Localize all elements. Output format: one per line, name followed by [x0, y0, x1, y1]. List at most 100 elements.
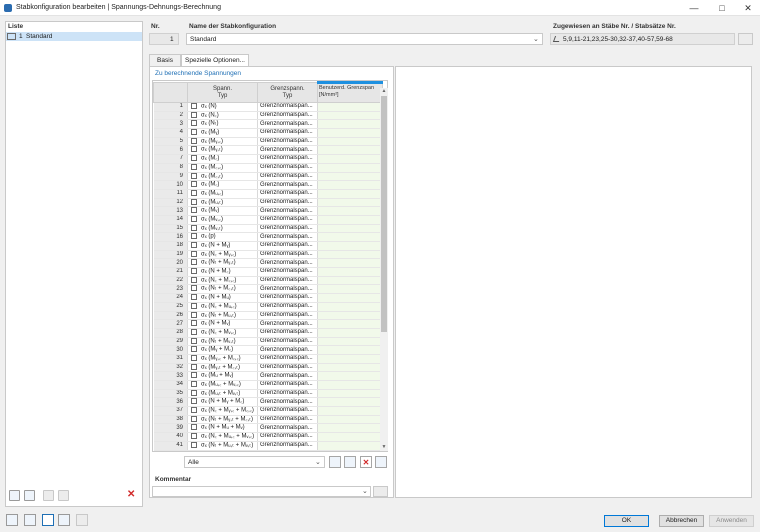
- stress-type-cell[interactable]: σₓ (Mᵧ,ₜ): [187, 145, 258, 156]
- user-limit-cell[interactable]: [317, 415, 383, 425]
- row-checkbox[interactable]: [191, 363, 197, 370]
- table-row[interactable]: 40 σₓ (N꜀ + Mᵤ,꜀ + Mᵥ,꜀) Grenznormalspan..…: [153, 432, 383, 442]
- row-checkbox[interactable]: [191, 441, 197, 448]
- chevron-down-icon[interactable]: ⌄: [362, 487, 368, 495]
- user-limit-cell[interactable]: [317, 232, 383, 242]
- search-icon[interactable]: [6, 514, 18, 526]
- limit-type-cell[interactable]: Grenznormalspan...: [257, 337, 318, 347]
- filter-select[interactable]: [184, 456, 325, 468]
- limit-type-cell[interactable]: Grenznormalspan...: [257, 432, 318, 442]
- table-row[interactable]: 39 σₓ (N + Mᵤ + Mᵥ) Grenznormalspan...: [153, 423, 383, 434]
- user-limit-cell[interactable]: [317, 328, 383, 338]
- select-members-button[interactable]: [738, 33, 753, 45]
- user-limit-cell[interactable]: [317, 119, 383, 130]
- table-row[interactable]: 28 σₓ (N꜀ + Mᵥ,꜀) Grenznormalspan...: [153, 328, 383, 338]
- row-checkbox[interactable]: [191, 259, 197, 266]
- stress-type-cell[interactable]: σₓ (Nₜ + Mᵧ,ₜ + M꜀,ₜ): [187, 415, 258, 425]
- stress-type-cell[interactable]: σₓ (N꜀ + Mᵤ,꜀ + Mᵥ,꜀): [187, 432, 258, 442]
- row-checkbox[interactable]: [191, 389, 197, 396]
- close-icon[interactable]: ✕: [734, 0, 760, 16]
- table-row[interactable]: 34 σₓ (Mᵤ,꜀ + Mᵥ,꜀) Grenznormalspan...: [153, 380, 383, 390]
- stress-type-cell[interactable]: σₓ (Nₜ): [187, 119, 258, 130]
- row-checkbox[interactable]: [191, 129, 197, 136]
- row-checkbox[interactable]: [191, 268, 197, 275]
- table-row[interactable]: 32 σₓ (Mᵧ,ₜ + M꜀,ₜ) Grenznormalspan...: [153, 363, 383, 373]
- table-row[interactable]: 12 σₓ (Mᵤ,ₜ) Grenznormalspan...: [153, 198, 383, 208]
- row-checkbox[interactable]: [191, 415, 197, 422]
- table-settings-icon[interactable]: [375, 456, 387, 468]
- row-checkbox[interactable]: [191, 120, 197, 127]
- table-row[interactable]: 16 σₓ (p) Grenznormalspan...: [153, 232, 383, 242]
- limit-type-cell[interactable]: Grenznormalspan...: [257, 119, 318, 130]
- stress-type-cell[interactable]: σₓ (N꜀ + Mᵧ,꜀): [187, 250, 258, 260]
- table-row[interactable]: 38 σₓ (Nₜ + Mᵧ,ₜ + M꜀,ₜ) Grenznormalspan..…: [153, 415, 383, 425]
- limit-type-cell[interactable]: Grenznormalspan...: [257, 406, 318, 416]
- limit-type-cell[interactable]: Grenznormalspan...: [257, 154, 318, 164]
- limit-type-cell[interactable]: Grenznormalspan...: [257, 172, 318, 182]
- user-limit-cell[interactable]: [317, 319, 383, 329]
- table-row[interactable]: 7 σₓ (M꜀) Grenznormalspan...: [153, 154, 383, 164]
- limit-type-cell[interactable]: Grenznormalspan...: [257, 215, 318, 225]
- new-item-icon[interactable]: [9, 490, 20, 501]
- stress-type-cell[interactable]: σₓ (N + Mᵥ): [187, 319, 258, 329]
- stress-type-cell[interactable]: σₓ (Mᵤ + Mᵥ): [187, 371, 258, 381]
- ok-button[interactable]: OK: [604, 515, 649, 527]
- limit-type-cell[interactable]: Grenznormalspan...: [257, 302, 318, 312]
- row-checkbox[interactable]: [191, 172, 197, 179]
- user-limit-cell[interactable]: [317, 145, 383, 156]
- user-limit-cell[interactable]: [317, 276, 383, 286]
- row-checkbox[interactable]: [191, 337, 197, 344]
- user-limit-cell[interactable]: [317, 241, 383, 251]
- table-row[interactable]: 24 σₓ (N + Mᵤ) Grenznormalspan...: [153, 293, 383, 303]
- stress-type-cell[interactable]: σₓ (p): [187, 232, 258, 242]
- row-checkbox[interactable]: [191, 354, 197, 361]
- stress-type-cell[interactable]: σₓ (N꜀): [187, 111, 258, 121]
- stress-type-cell[interactable]: σₓ (N꜀ + M꜀,꜀): [187, 276, 258, 286]
- table-row[interactable]: 37 σₓ (N꜀ + Mᵧ,꜀ + M꜀,꜀) Grenznormalspan..…: [153, 406, 383, 416]
- user-limit-cell[interactable]: [317, 363, 383, 373]
- clear-selection-icon[interactable]: ✕: [360, 456, 372, 468]
- stress-type-cell[interactable]: σₓ (N + Mᵧ + M꜀): [187, 397, 258, 408]
- user-limit-cell[interactable]: [317, 267, 383, 277]
- limit-type-cell[interactable]: Grenznormalspan...: [257, 311, 318, 321]
- table-row[interactable]: 8 σₓ (M꜀,꜀) Grenznormalspan...: [153, 163, 383, 173]
- user-limit-cell[interactable]: [317, 293, 383, 303]
- table-row[interactable]: 36 σₓ (N + Mᵧ + M꜀) Grenznormalspan...: [153, 397, 383, 408]
- stress-type-cell[interactable]: σₓ (Mᵧ + M꜀): [187, 345, 258, 355]
- check-selected-icon[interactable]: [344, 456, 356, 468]
- stress-type-cell[interactable]: σₓ (Nₜ + M꜀,ₜ): [187, 284, 258, 295]
- tab-basis[interactable]: Basis: [149, 54, 181, 66]
- user-limit-cell[interactable]: [317, 215, 383, 225]
- stress-type-cell[interactable]: σₓ (Mᵤ,ₜ + Mᵥ,ₜ): [187, 389, 258, 399]
- row-checkbox[interactable]: [191, 233, 197, 240]
- stress-type-cell[interactable]: σₓ (N + Mᵤ): [187, 293, 258, 303]
- row-checkbox[interactable]: [191, 276, 197, 283]
- limit-type-cell[interactable]: Grenznormalspan...: [257, 397, 318, 408]
- limit-type-cell[interactable]: Grenznormalspan...: [257, 267, 318, 277]
- user-limit-cell[interactable]: [317, 345, 383, 355]
- limit-type-cell[interactable]: Grenznormalspan...: [257, 145, 318, 156]
- limit-type-cell[interactable]: Grenznormalspan...: [257, 163, 318, 173]
- row-checkbox[interactable]: [191, 346, 197, 353]
- limit-type-cell[interactable]: Grenznormalspan...: [257, 258, 318, 269]
- row-checkbox[interactable]: [191, 224, 197, 231]
- table-row[interactable]: 11 σₓ (Mᵤ,꜀) Grenznormalspan...: [153, 189, 383, 199]
- user-limit-cell[interactable]: [317, 258, 383, 269]
- row-checkbox[interactable]: [191, 372, 197, 379]
- maximize-icon[interactable]: □: [708, 0, 736, 16]
- table-row[interactable]: 41 σₓ (Nₜ + Mᵤ,ₜ + Mᵥ,ₜ) Grenznormalspan..…: [153, 441, 383, 451]
- limit-type-cell[interactable]: Grenznormalspan...: [257, 293, 318, 303]
- user-limit-cell[interactable]: [317, 250, 383, 260]
- scroll-up-icon[interactable]: ▲: [380, 88, 388, 95]
- table-row[interactable]: 27 σₓ (N + Mᵥ) Grenznormalspan...: [153, 319, 383, 329]
- table-row[interactable]: 14 σₓ (Mᵥ,꜀) Grenznormalspan...: [153, 215, 383, 225]
- table-row[interactable]: 5 σₓ (Mᵧ,꜀) Grenznormalspan...: [153, 137, 383, 147]
- user-limit-cell[interactable]: [317, 284, 383, 295]
- limit-type-cell[interactable]: Grenznormalspan...: [257, 102, 318, 112]
- user-limit-cell[interactable]: [317, 302, 383, 312]
- table-row[interactable]: 31 σₓ (Mᵧ,꜀ + M꜀,꜀) Grenznormalspan...: [153, 354, 383, 364]
- row-checkbox[interactable]: [191, 381, 197, 388]
- table-row[interactable]: 19 σₓ (N꜀ + Mᵧ,꜀) Grenznormalspan...: [153, 250, 383, 260]
- comment-select[interactable]: [152, 486, 371, 497]
- row-checkbox[interactable]: [191, 285, 197, 292]
